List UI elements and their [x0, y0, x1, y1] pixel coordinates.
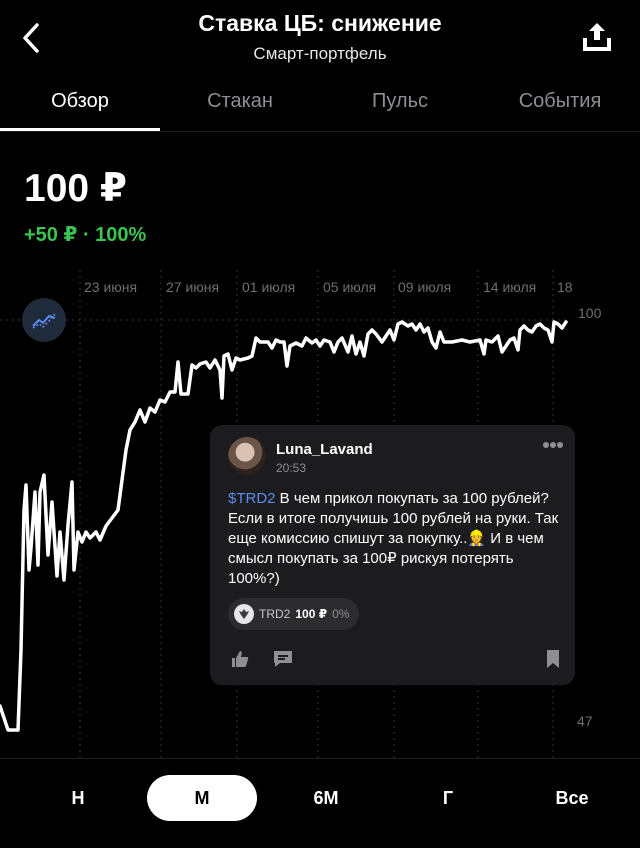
post-text: $TRD2 В чем прикол покупать за 100 рубле…	[228, 489, 568, 589]
header: Ставка ЦБ: снижение Смарт-портфель	[0, 0, 640, 80]
date-label: 09 июля	[398, 279, 451, 295]
avatar[interactable]	[228, 437, 266, 475]
comment-icon[interactable]	[272, 649, 294, 669]
share-button[interactable]	[580, 16, 614, 56]
post-time: 20:53	[276, 461, 307, 475]
period-month[interactable]: М	[147, 775, 257, 821]
pulse-post-card[interactable]: Luna_Lavand 20:53 $TRD2 В чем прикол пок…	[210, 425, 575, 685]
date-label: 05 июля	[323, 279, 376, 295]
period-week[interactable]: Н	[40, 775, 116, 821]
post-message: В чем прикол покупать за 100 рублей? Есл…	[228, 490, 559, 587]
date-labels: 23 июня 27 июня 01 июля 05 июля 09 июля …	[84, 279, 573, 295]
tab-overview[interactable]: Обзор	[0, 80, 160, 132]
date-label: 27 июня	[166, 279, 219, 295]
chart-indicators-button[interactable]	[22, 298, 66, 342]
eagle-logo-icon	[234, 604, 254, 624]
date-label: 18	[557, 279, 573, 295]
period-all[interactable]: Все	[534, 775, 610, 821]
tab-pulse[interactable]: Пульс	[320, 80, 480, 132]
post-author[interactable]: Luna_Lavand	[276, 441, 373, 458]
more-options-icon[interactable]	[541, 437, 565, 453]
period-six-months[interactable]: 6М	[288, 775, 364, 821]
date-label: 01 июля	[242, 279, 295, 295]
tab-orderbook[interactable]: Стакан	[160, 80, 320, 132]
period-year[interactable]: Г	[410, 775, 486, 821]
trend-line-icon	[32, 313, 56, 329]
ticker-link[interactable]: $TRD2	[228, 490, 276, 507]
y-max-label: 100	[578, 305, 602, 321]
tab-events[interactable]: События	[480, 80, 640, 132]
date-label: 23 июня	[84, 279, 137, 295]
y-min-label: 47	[577, 713, 593, 729]
price-change: +50 ₽ · 100%	[24, 224, 147, 246]
date-label: 14 июля	[483, 279, 536, 295]
portfolio-price: 100 ₽	[24, 167, 128, 210]
bookmark-icon[interactable]	[545, 649, 561, 669]
tabs-divider	[0, 131, 640, 132]
asset-price: 100 ₽	[295, 607, 328, 621]
asset-chip[interactable]: TRD2 100 ₽ 0%	[228, 598, 360, 630]
tab-bar: Обзор Стакан Пульс События	[0, 80, 640, 132]
period-selector: Н М 6М Г Все	[0, 758, 640, 848]
share-upload-icon	[583, 23, 611, 51]
asset-change: 0%	[332, 607, 350, 621]
thumbs-up-icon[interactable]	[230, 649, 250, 669]
page-subtitle: Смарт-портфель	[253, 44, 387, 63]
page-title: Ставка ЦБ: снижение	[198, 10, 442, 36]
asset-ticker: TRD2	[259, 607, 291, 621]
